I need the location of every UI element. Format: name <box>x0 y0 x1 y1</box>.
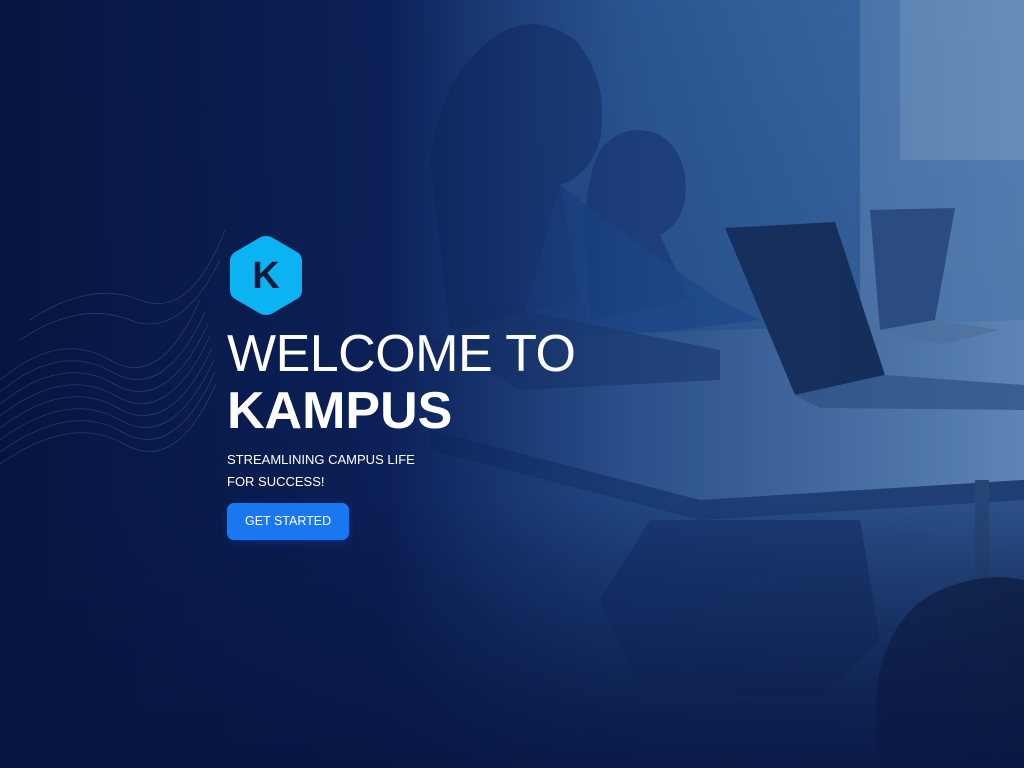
hero-section: K WELCOME TO KAMPUS STREAMLINING CAMPUS … <box>227 233 647 540</box>
landing-page: K WELCOME TO KAMPUS STREAMLINING CAMPUS … <box>0 0 1024 768</box>
hero-subtitle-line1: STREAMLINING CAMPUS LIFE <box>227 452 415 467</box>
hero-subtitle-line2: FOR SUCCESS! <box>227 474 325 489</box>
kampus-logo-icon: K <box>230 236 302 315</box>
logo-letter: K <box>252 255 280 297</box>
hero-title-brand: KAMPUS <box>227 382 453 440</box>
get-started-button[interactable]: GET STARTED <box>227 503 350 540</box>
hero-title-line1: WELCOME TO <box>227 325 576 383</box>
hero-subtitle: STREAMLINING CAMPUS LIFE FOR SUCCESS! <box>227 449 647 493</box>
